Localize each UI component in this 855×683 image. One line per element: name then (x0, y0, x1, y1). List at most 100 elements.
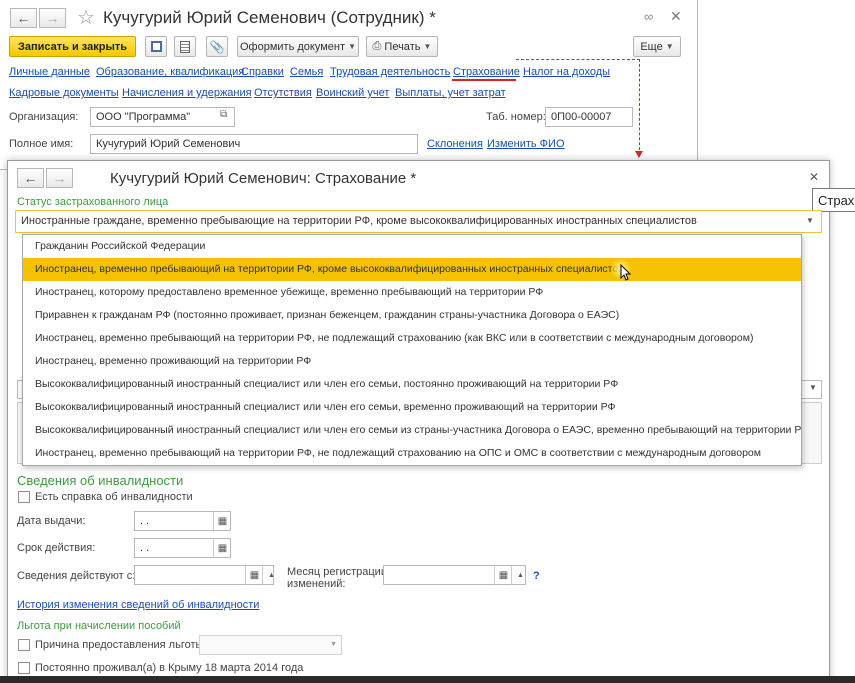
benefit-reason-label: Причина предоставления льготы (35, 639, 204, 651)
insurance-close-icon[interactable]: ✕ (809, 170, 819, 184)
crimea-checkbox[interactable] (18, 662, 30, 674)
tab-insurance[interactable]: Страхование (453, 66, 520, 78)
fullname-value: Кучугурий Юрий Семенович (96, 138, 241, 150)
tab-personal[interactable]: Личные данные (9, 66, 90, 78)
main-window-title: Кучугурий Юрий Семенович (Сотрудник) * (103, 8, 436, 27)
forward-button[interactable]: → (39, 8, 66, 28)
tab-number-value: 0П00-00007 (551, 111, 612, 123)
open-org-icon[interactable]: ⧉ (220, 109, 227, 120)
tab-education[interactable]: Образование, квалификация (96, 66, 244, 78)
tab-hr-documents[interactable]: Кадровые документы (9, 87, 119, 99)
tab-income-tax[interactable]: Налог на доходы (523, 66, 610, 78)
more-label: Еще (640, 40, 663, 53)
dropdown-option[interactable]: Иностранец, временно пребывающий на терр… (23, 442, 801, 465)
benefit-reason-checkbox[interactable] (18, 639, 30, 651)
disability-history-link[interactable]: История изменения сведений об инвалиднос… (17, 599, 259, 611)
annotation-arrow-icon (635, 151, 643, 158)
chevron-down-icon: ▼ (665, 42, 674, 51)
month-registration-label-2: изменений: (287, 578, 346, 590)
issue-date-value: . . (140, 515, 150, 527)
dropdown-option[interactable]: Гражданин Российской Федерации (23, 235, 801, 258)
benefit-heading: Льгота при начислении пособий (17, 620, 181, 632)
dropdown-option[interactable]: Высококвалифицированный иностранный спец… (23, 396, 801, 419)
calendar-icon[interactable]: ▦ (213, 538, 231, 558)
stepper-icon[interactable]: ▲ (262, 565, 280, 585)
hidden-dropdown-arrow-icon: ▼ (809, 383, 817, 392)
month-registration-label: Месяц регистрации (287, 566, 387, 578)
dropdown-option[interactable]: Иностранец, которому предоставлено време… (23, 281, 801, 304)
crimea-label: Постоянно проживал(а) в Крыму 18 марта 2… (35, 662, 304, 674)
print-label: Печать (384, 40, 421, 53)
insurance-forward-button[interactable]: → (46, 168, 73, 188)
mouse-cursor-icon (620, 263, 632, 285)
save-and-close-button[interactable]: Записать и закрыть (9, 36, 136, 57)
list-button[interactable] (174, 36, 196, 57)
fullname-field[interactable]: Кучугурий Юрий Семенович (90, 134, 418, 154)
change-name-link[interactable]: Изменить ФИО (487, 138, 565, 150)
annotation-dashed-line (516, 59, 640, 60)
chevron-down-icon[interactable]: ▼ (330, 641, 337, 648)
save-and-close-label: Записать и закрыть (17, 40, 128, 53)
insurance-tab-highlight (452, 79, 516, 81)
org-field[interactable]: ООО "Программа" (90, 107, 235, 127)
annotation-dashed-line (639, 59, 640, 155)
tab-payments[interactable]: Выплаты, учет затрат (395, 87, 506, 99)
tab-work[interactable]: Трудовая деятельность (330, 66, 450, 78)
document-list-icon (180, 40, 190, 53)
tooltip: Страх (812, 188, 855, 212)
tab-certificates[interactable]: Справки (241, 66, 284, 78)
chevron-down-icon: ▼ (348, 42, 356, 51)
declension-link[interactable]: Склонения (427, 138, 483, 150)
tab-number-label: Таб. номер: (486, 111, 546, 123)
fullname-label: Полное имя: (9, 138, 74, 150)
dropdown-option[interactable]: Иностранец, временно пребывающий на терр… (23, 327, 801, 350)
has-certificate-checkbox[interactable] (18, 491, 30, 503)
favorite-star-icon[interactable]: ☆ (77, 5, 95, 30)
arrow-left-icon: ← (16, 10, 31, 26)
dropdown-option-selected[interactable]: Иностранец, временно пребывающий на терр… (23, 258, 801, 281)
tooltip-text: Страх (818, 193, 855, 208)
dropdown-option[interactable]: Высококвалифицированный иностранный спец… (23, 419, 801, 442)
tab-family[interactable]: Семья (290, 66, 323, 78)
dropdown-option[interactable]: Высококвалифицированный иностранный спец… (23, 373, 801, 396)
insurance-window-title: Кучугурий Юрий Семенович: Страхование * (110, 170, 417, 187)
oformit-label: Оформить документ (240, 40, 346, 53)
more-button[interactable]: Еще ▼ (633, 36, 681, 57)
status-label: Статус застрахованного лица (17, 196, 169, 208)
printer-icon: ⎙ (372, 40, 382, 52)
arrow-right-icon: → (45, 10, 60, 26)
calendar-icon[interactable]: ▦ (494, 565, 512, 585)
print-button[interactable]: ⎙ Печать ▼ (366, 36, 438, 57)
validity-date-value: . . (140, 542, 150, 554)
dropdown-option[interactable]: Иностранец, временно проживающий на терр… (23, 350, 801, 373)
chevron-down-icon: ▼ (423, 42, 432, 51)
status-select-value: Иностранные граждане, временно пребывающ… (21, 215, 697, 227)
status-dropdown-list: Гражданин Российской Федерации Иностране… (22, 234, 802, 466)
effective-from-label: Сведения действуют с: (17, 570, 136, 582)
benefit-reason-select[interactable] (199, 635, 342, 655)
status-select[interactable]: Иностранные граждане, временно пребывающ… (15, 210, 822, 233)
validity-label: Срок действия: (17, 542, 96, 554)
calendar-icon[interactable]: ▦ (245, 565, 263, 585)
org-value: ООО "Программа" (96, 111, 191, 123)
taskbar-strip (0, 676, 855, 683)
close-icon[interactable]: ✕ (670, 8, 682, 25)
tab-number-field[interactable]: 0П00-00007 (545, 107, 633, 127)
has-certificate-label: Есть справка об инвалидности (35, 491, 193, 503)
attach-button[interactable]: 📎 (206, 36, 228, 57)
status-dropdown-arrow-icon[interactable]: ▼ (806, 216, 814, 225)
dropdown-option[interactable]: Приравнен к гражданам РФ (постоянно прож… (23, 304, 801, 327)
oformit-document-button[interactable]: Оформить документ ▼ (237, 36, 359, 57)
save-button[interactable] (145, 36, 167, 57)
help-icon[interactable]: ? (533, 570, 540, 582)
calendar-icon[interactable]: ▦ (213, 511, 231, 531)
insurance-back-button[interactable]: ← (17, 168, 44, 188)
tab-absences[interactable]: Отсутствия (254, 87, 312, 99)
tab-accruals[interactable]: Начисления и удержания (122, 87, 252, 99)
arrow-right-icon: → (52, 170, 67, 186)
paperclip-icon: 📎 (209, 39, 225, 54)
back-button[interactable]: ← (10, 8, 37, 28)
stepper-icon[interactable]: ▲ (511, 565, 529, 585)
tab-military[interactable]: Воинский учет (316, 87, 389, 99)
link-icon[interactable]: ∞ (644, 9, 653, 24)
